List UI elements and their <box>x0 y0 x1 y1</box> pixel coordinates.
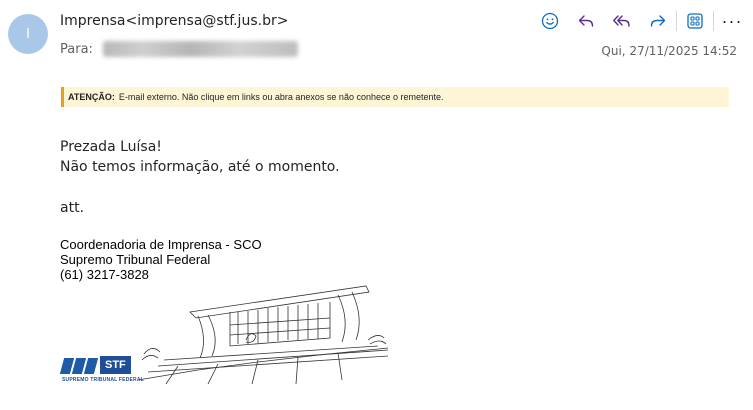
logo-bar <box>83 358 99 374</box>
signature-department: Coordenadoria de Imprensa - SCO <box>60 237 262 252</box>
forward-button[interactable] <box>640 8 676 34</box>
apps-icon <box>687 13 703 29</box>
to-label: Para: <box>60 41 93 57</box>
logo-wordmark: STF <box>100 356 131 374</box>
recipients-row: Para: <box>60 41 298 57</box>
recipient-redacted[interactable] <box>102 41 298 57</box>
emoji-icon <box>541 12 559 30</box>
sender-avatar[interactable]: I <box>8 14 48 54</box>
signature: Coordenadoria de Imprensa - SCO Supremo … <box>60 237 262 282</box>
warning-text: E-mail externo. Não clique em links ou a… <box>118 92 444 102</box>
greeting: Prezada Luísa! <box>60 139 162 155</box>
sender-address[interactable]: Imprensa<imprensa@stf.jus.br> <box>60 13 288 29</box>
reply-icon <box>578 15 594 27</box>
message-date: Qui, 27/11/2025 14:52 <box>601 44 737 58</box>
forward-icon <box>650 15 666 27</box>
stf-logo: STF SUPREMO TRIBUNAL FEDERAL <box>59 356 144 383</box>
more-icon: ··· <box>721 10 743 31</box>
logo-subtitle: SUPREMO TRIBUNAL FEDERAL <box>62 377 144 383</box>
signature-organization: Supremo Tribunal Federal <box>60 252 211 267</box>
external-email-warning: ATENÇÃO: E-mail externo. Não clique em li… <box>61 87 729 107</box>
reply-all-icon <box>613 15 630 27</box>
more-options-button[interactable]: ··· <box>714 8 750 34</box>
reply-all-button[interactable] <box>604 8 640 34</box>
apps-button[interactable] <box>677 8 713 34</box>
reply-button[interactable] <box>568 8 604 34</box>
emoji-button[interactable] <box>532 8 568 34</box>
building-sketch <box>138 285 389 385</box>
message-toolbar: ··· <box>532 8 750 34</box>
message-line: Não temos informação, até o momento. <box>60 159 340 175</box>
warning-label: ATENÇÃO: <box>68 92 115 102</box>
closing: att. <box>60 200 85 216</box>
